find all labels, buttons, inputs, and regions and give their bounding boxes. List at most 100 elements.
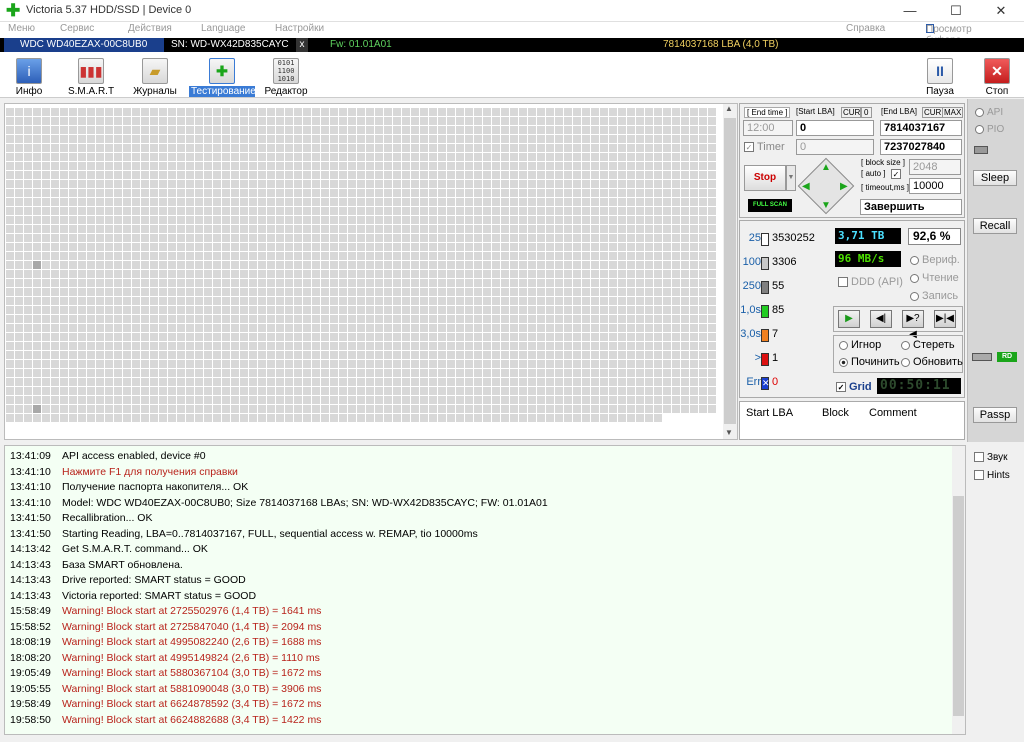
map-block: [303, 378, 311, 386]
erase-radio[interactable]: Стереть: [901, 339, 955, 351]
write-radio[interactable]: Запись: [910, 290, 958, 302]
play-icon[interactable]: ▶: [838, 310, 860, 328]
latency-color-block-3: [761, 305, 769, 318]
repair-radio[interactable]: Починить: [839, 356, 900, 368]
col-comment[interactable]: Comment: [869, 407, 917, 419]
map-block: [6, 315, 14, 323]
menu-item-service[interactable]: Сервис: [60, 23, 94, 34]
map-block: [456, 288, 464, 296]
pio-radio[interactable]: PIO: [975, 124, 1004, 135]
sleep-button[interactable]: Sleep: [973, 170, 1017, 186]
finish-action-select[interactable]: Завершить: [860, 199, 962, 215]
map-scrollbar[interactable]: ▲ ▼: [723, 104, 737, 439]
verify-radio[interactable]: Вериф.: [910, 254, 960, 266]
map-block: [339, 315, 347, 323]
log-time: 19:58:50: [10, 713, 51, 726]
end-cur-button[interactable]: CUR: [922, 107, 944, 118]
map-block: [141, 351, 149, 359]
map-block: [708, 270, 716, 278]
map-block: [681, 189, 689, 197]
menu-item-settings[interactable]: Настройки: [275, 23, 324, 34]
arrow-up-icon[interactable]: ▲: [821, 162, 831, 173]
menu-item-menu[interactable]: Меню: [8, 23, 35, 34]
info-button[interactable]: i Инфо: [0, 56, 58, 98]
log-time: 14:13:43: [10, 558, 51, 571]
start-zero-button[interactable]: 0: [860, 107, 873, 118]
arrow-right-icon[interactable]: ▶: [840, 181, 848, 192]
stop-button[interactable]: ✕ Стоп: [968, 56, 1024, 98]
menu-item-language[interactable]: Language: [201, 23, 246, 34]
end-lba-input[interactable]: 7814037167: [880, 120, 962, 136]
col-block[interactable]: Block: [822, 407, 849, 419]
auto-checkbox[interactable]: ✓: [891, 169, 901, 179]
map-block: [474, 333, 482, 341]
close-button[interactable]: ✕: [978, 0, 1024, 22]
map-block: [330, 243, 338, 251]
timer-input[interactable]: 0: [796, 139, 874, 155]
stop-scan-button[interactable]: Stop: [744, 165, 786, 191]
hints-checkbox[interactable]: Hints: [974, 470, 1010, 481]
editor-button[interactable]: 0101 1100 1010 Редактор: [257, 56, 315, 98]
rewind-icon[interactable]: ◀|: [870, 310, 892, 328]
smart-button[interactable]: ▮▮▮ S.M.A.R.T: [62, 56, 120, 98]
minimize-button[interactable]: —: [887, 0, 933, 22]
map-block: [609, 414, 617, 422]
current-lba-input[interactable]: 7237027840: [880, 139, 962, 155]
full-scan-indicator[interactable]: FULL SCAN: [748, 199, 792, 212]
stop-dropdown-icon[interactable]: ▼: [786, 165, 796, 191]
end-icon[interactable]: ▶|◀: [934, 310, 956, 328]
map-block: [393, 126, 401, 134]
map-block: [240, 216, 248, 224]
read-radio[interactable]: Чтение: [910, 272, 959, 284]
block-size-select[interactable]: 2048: [909, 159, 961, 175]
pause-button[interactable]: II Пауза: [911, 56, 969, 98]
map-scroll-thumb[interactable]: [724, 118, 736, 424]
logs-button[interactable]: ▰ Журналы: [126, 56, 184, 98]
api-radio[interactable]: API: [975, 107, 1003, 118]
map-block: [267, 333, 275, 341]
map-block: [366, 414, 374, 422]
log-scroll-thumb[interactable]: [953, 496, 964, 716]
arrow-left-icon[interactable]: ◀: [802, 181, 810, 192]
map-block: [6, 351, 14, 359]
map-block: [96, 225, 104, 233]
col-start-lba[interactable]: Start LBA: [746, 407, 793, 419]
maximize-button[interactable]: ☐: [933, 0, 979, 22]
log-scrollbar[interactable]: [952, 446, 965, 734]
device-close-button[interactable]: x: [296, 38, 308, 52]
recall-button[interactable]: Recall: [973, 218, 1017, 234]
menu-item-help[interactable]: Справка: [846, 23, 885, 34]
timer-checkbox[interactable]: ✓ Timer: [744, 141, 785, 153]
skip-icon[interactable]: ▶?◀: [902, 310, 924, 340]
map-block: [492, 243, 500, 251]
event-log[interactable]: 13:41:09 API access enabled, device #0 13:…: [4, 445, 966, 735]
map-block: [42, 405, 50, 413]
sound-checkbox[interactable]: Звук: [974, 452, 1008, 463]
map-block: [699, 306, 707, 314]
map-block: [384, 396, 392, 404]
passp-button[interactable]: Passp: [973, 407, 1017, 423]
testing-button[interactable]: ✚ Тестирование: [189, 56, 256, 98]
map-block: [366, 297, 374, 305]
map-block: [303, 279, 311, 287]
arrow-down-icon[interactable]: ▼: [821, 200, 831, 211]
end-max-button[interactable]: MAX: [942, 107, 964, 118]
log-entry: 13:41:50 Recallibration... OK: [10, 511, 152, 526]
ddd-checkbox[interactable]: DDD (API): [838, 276, 903, 288]
buffer-table: Start LBA Block Comment: [739, 401, 965, 440]
map-block: [645, 135, 653, 143]
map-block: [195, 108, 203, 116]
map-block: [231, 378, 239, 386]
map-block: [303, 216, 311, 224]
grid-checkbox[interactable]: ✓ Grid: [836, 381, 872, 393]
ignore-radio[interactable]: Игнор: [839, 339, 881, 351]
start-lba-input[interactable]: 0: [796, 120, 874, 136]
refresh-radio[interactable]: Обновить: [901, 356, 963, 368]
map-block: [15, 288, 23, 296]
end-time-input[interactable]: 12:00: [743, 120, 793, 136]
device-model[interactable]: WDC WD40EZAX-00C8UB0: [4, 38, 164, 52]
menu-item-actions[interactable]: Действия: [128, 23, 172, 34]
map-block: [339, 288, 347, 296]
timeout-select[interactable]: 10000: [909, 178, 961, 194]
map-block: [564, 324, 572, 332]
